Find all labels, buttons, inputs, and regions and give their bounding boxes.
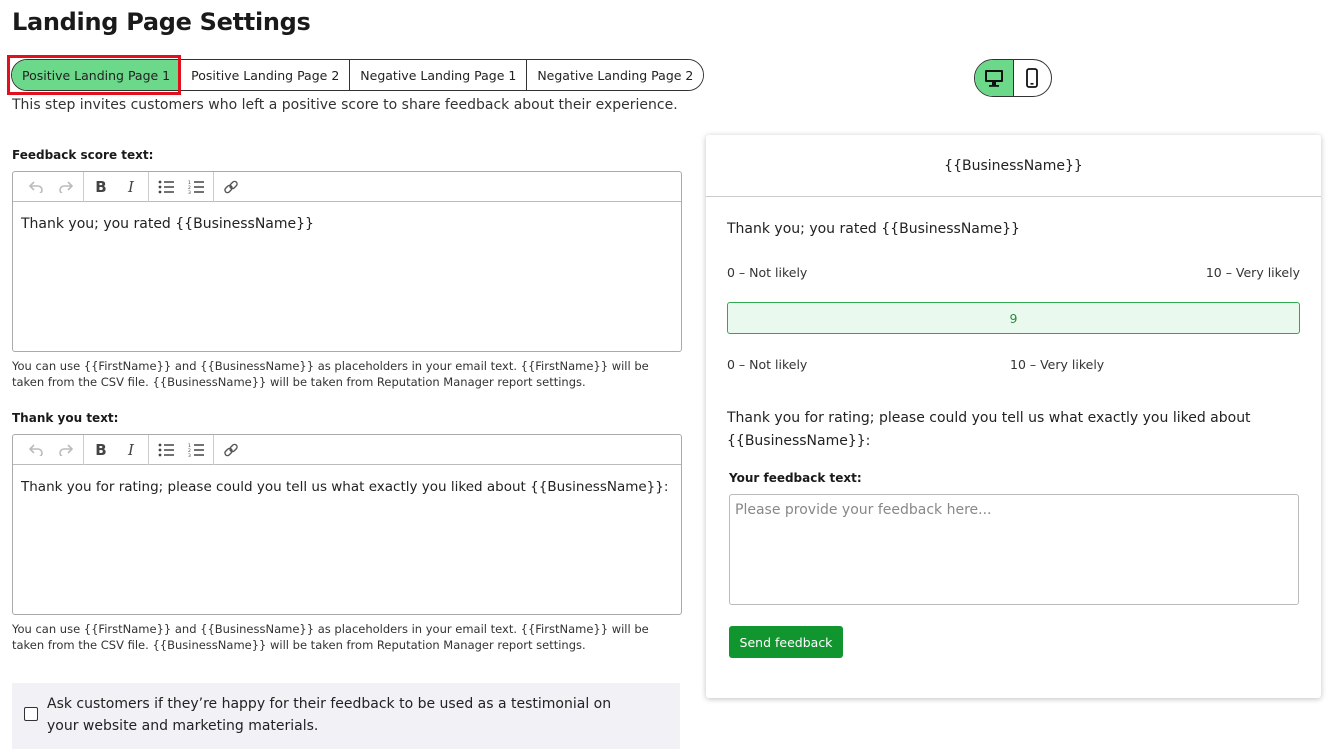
landing-page-preview: {{BusinessName}} Thank you; you rated {{… bbox=[706, 135, 1321, 698]
editor-toolbar: B I 123 bbox=[13, 434, 681, 465]
undo-icon[interactable] bbox=[21, 172, 51, 202]
device-toggle bbox=[974, 59, 1052, 97]
scale-low-label: 0 – Not likely bbox=[727, 357, 808, 372]
tab-positive-landing-page-2[interactable]: Positive Landing Page 2 bbox=[180, 60, 350, 90]
undo-icon[interactable] bbox=[21, 435, 51, 465]
feedback-score-text-input[interactable]: Thank you; you rated {{BusinessName}} bbox=[13, 202, 681, 246]
feedback-score-label: Feedback score text: bbox=[12, 148, 154, 162]
testimonial-checkbox[interactable] bbox=[24, 707, 38, 721]
editor-toolbar: B I 123 bbox=[13, 171, 681, 202]
link-icon[interactable] bbox=[216, 172, 246, 202]
italic-icon[interactable]: I bbox=[116, 172, 146, 202]
bold-icon[interactable]: B bbox=[86, 435, 116, 465]
help-line: taken from the CSV file. {{BusinessName}… bbox=[12, 638, 586, 652]
tab-negative-landing-page-2[interactable]: Negative Landing Page 2 bbox=[526, 60, 704, 90]
link-icon[interactable] bbox=[216, 435, 246, 465]
svg-text:3: 3 bbox=[188, 190, 191, 194]
bullet-list-icon[interactable] bbox=[151, 172, 181, 202]
selected-score[interactable]: 9 bbox=[727, 302, 1300, 334]
send-feedback-button[interactable]: Send feedback bbox=[729, 626, 843, 658]
thank-you-editor: B I 123 Thank you for rating; please cou… bbox=[12, 434, 682, 615]
italic-icon[interactable]: I bbox=[116, 435, 146, 465]
help-line: taken from the CSV file. {{BusinessName}… bbox=[12, 375, 586, 389]
feedback-textarea[interactable]: Please provide your feedback here... bbox=[729, 494, 1299, 605]
scale-high-label: 10 – Very likely bbox=[1010, 357, 1105, 372]
testimonial-checkbox-label[interactable]: Ask customers if they’re happy for their… bbox=[47, 693, 627, 737]
preview-business-name: {{BusinessName}} bbox=[706, 135, 1321, 197]
feedback-score-editor: B I 123 Thank you; you rated {{BusinessN… bbox=[12, 171, 682, 352]
mobile-icon[interactable] bbox=[1014, 60, 1052, 96]
numbered-list-icon[interactable]: 123 bbox=[181, 435, 211, 465]
bullet-list-icon[interactable] bbox=[151, 435, 181, 465]
desktop-icon[interactable] bbox=[975, 60, 1014, 96]
testimonial-option: Ask customers if they’re happy for their… bbox=[12, 683, 680, 749]
page-title: Landing Page Settings bbox=[12, 8, 311, 36]
help-line: You can use {{FirstName}} and {{Business… bbox=[12, 622, 649, 636]
preview-score-text: Thank you; you rated {{BusinessName}} bbox=[727, 221, 1020, 237]
svg-text:3: 3 bbox=[188, 453, 191, 457]
bold-icon[interactable]: B bbox=[86, 172, 116, 202]
help-line: You can use {{FirstName}} and {{Business… bbox=[12, 359, 649, 373]
tab-negative-landing-page-1[interactable]: Negative Landing Page 1 bbox=[349, 60, 527, 90]
thank-you-text-input[interactable]: Thank you for rating; please could you t… bbox=[13, 465, 681, 509]
feedback-text-label: Your feedback text: bbox=[729, 471, 862, 485]
feedback-score-help: You can use {{FirstName}} and {{Business… bbox=[12, 358, 672, 390]
intro-text: This step invites customers who left a p… bbox=[12, 97, 678, 113]
redo-icon[interactable] bbox=[51, 172, 81, 202]
scale-high-label: 10 – Very likely bbox=[1205, 265, 1300, 280]
thank-you-label: Thank you text: bbox=[12, 411, 119, 425]
scale-low-label: 0 – Not likely bbox=[727, 265, 808, 280]
landing-page-tabs: Positive Landing Page 1 Positive Landing… bbox=[11, 59, 705, 91]
preview-question: Thank you for rating; please could you t… bbox=[727, 410, 1251, 449]
numbered-list-icon[interactable]: 123 bbox=[181, 172, 211, 202]
thank-you-help: You can use {{FirstName}} and {{Business… bbox=[12, 621, 672, 653]
tab-positive-landing-page-1[interactable]: Positive Landing Page 1 bbox=[12, 60, 181, 90]
redo-icon[interactable] bbox=[51, 435, 81, 465]
